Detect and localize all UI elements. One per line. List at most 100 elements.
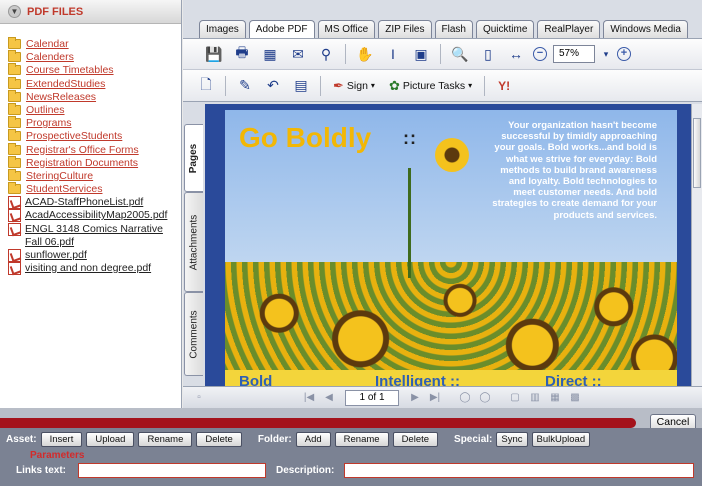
folder-icon <box>8 102 21 115</box>
folder-label[interactable]: Calenders <box>26 51 74 64</box>
links-text-input[interactable] <box>78 463 266 478</box>
upload-button[interactable]: Upload <box>86 431 135 447</box>
folder-label[interactable]: SteringCulture <box>26 170 93 183</box>
previous-view-icon[interactable]: ◯ <box>455 389 475 407</box>
list-item[interactable]: NewsReleases <box>8 89 181 104</box>
list-item[interactable]: AcadAccessibilityMap2005.pdf <box>8 209 181 223</box>
delete-asset-button[interactable]: Delete <box>196 431 242 447</box>
tab-quicktime[interactable]: Quicktime <box>475 20 535 38</box>
email-icon[interactable]: ✉ <box>287 43 309 65</box>
list-item[interactable]: Programs <box>8 116 181 130</box>
zoom-out-icon[interactable]: − <box>533 47 547 61</box>
organizer-icon[interactable]: ▦ <box>259 43 281 65</box>
bulk-upload-button[interactable]: BulkUpload <box>531 431 591 447</box>
folder-group-label: Folder: <box>257 433 292 445</box>
pen-icon: ✒ <box>333 77 344 93</box>
folder-label[interactable]: ProspectiveStudents <box>26 130 122 143</box>
tab-ms-office[interactable]: MS Office <box>317 20 376 38</box>
file-label[interactable]: sunflower.pdf <box>25 249 87 262</box>
list-item[interactable]: Calendar <box>8 37 181 51</box>
folder-label[interactable]: ExtendedStudies <box>26 78 105 91</box>
folder-label[interactable]: Course Timetables <box>26 64 114 77</box>
tab-flash[interactable]: Flash <box>434 20 473 38</box>
save-icon[interactable]: 💾 <box>203 43 225 65</box>
list-item[interactable]: Registration Documents <box>8 155 181 170</box>
list-item[interactable]: sunflower.pdf <box>8 248 181 262</box>
create-pdf-icon[interactable]: 🗋 <box>195 75 217 97</box>
vertical-scrollbar[interactable] <box>691 104 702 386</box>
next-view-icon[interactable]: ◯ <box>475 389 495 407</box>
previous-page-icon[interactable]: ◀ <box>319 389 339 407</box>
list-item[interactable]: SteringCulture <box>8 168 181 183</box>
list-item[interactable]: Outlines <box>8 102 181 117</box>
folder-label[interactable]: Outlines <box>26 104 65 117</box>
delete-folder-button[interactable]: Delete <box>392 431 439 447</box>
collapse-icon[interactable]: ▼ <box>8 5 21 18</box>
first-page-icon[interactable]: |◀ <box>299 389 319 407</box>
list-item[interactable]: Calenders <box>8 50 181 64</box>
folder-label[interactable]: Registration Documents <box>26 157 138 170</box>
continuous-facing-icon[interactable]: ▩ <box>565 389 585 407</box>
tab-images[interactable]: Images <box>199 20 246 38</box>
select-text-icon[interactable]: I <box>382 43 404 65</box>
picture-tasks-button[interactable]: ✿ Picture Tasks ▾ <box>385 75 476 97</box>
fit-page-icon[interactable]: ▯ <box>477 43 499 65</box>
sign-button[interactable]: ✒ Sign ▾ <box>329 75 379 97</box>
tab-attachments[interactable]: Attachments <box>184 192 203 292</box>
fit-width-icon[interactable]: ↔ <box>505 43 527 65</box>
page-icon[interactable]: ▫ <box>189 389 209 407</box>
facing-icon[interactable]: ▦ <box>545 389 565 407</box>
print-icon[interactable]: 🖶 <box>231 43 253 65</box>
folder-label[interactable]: Registrar's Office Forms <box>26 144 139 157</box>
continuous-icon[interactable]: ▥ <box>525 389 545 407</box>
list-item[interactable]: Course Timetables <box>8 63 181 77</box>
chevron-down-icon[interactable]: ▾ <box>601 43 611 65</box>
attach-icon[interactable]: ▤ <box>290 75 312 97</box>
snapshot-icon[interactable]: ▣ <box>410 43 432 65</box>
file-label[interactable]: visiting and non degree.pdf <box>25 262 151 275</box>
list-item[interactable]: ENGL 3148 Comics Narrative Fall 06.pdf <box>8 222 176 249</box>
list-item[interactable]: ProspectiveStudents <box>8 129 181 143</box>
list-item[interactable]: visiting and non degree.pdf <box>8 261 181 275</box>
single-page-icon[interactable]: ▢ <box>505 389 525 407</box>
hand-tool-icon[interactable]: ✋ <box>354 43 376 65</box>
insert-button[interactable]: Insert <box>40 431 83 447</box>
tab-windows-media[interactable]: Windows Media <box>603 20 688 38</box>
file-label[interactable]: AcadAccessibilityMap2005.pdf <box>25 209 167 222</box>
zoom-in-circle-icon[interactable]: + <box>617 47 631 61</box>
rename-asset-button[interactable]: Rename <box>138 431 193 447</box>
add-folder-button[interactable]: Add <box>295 431 331 447</box>
yahoo-icon[interactable]: Y! <box>493 75 515 97</box>
undo-icon[interactable]: ↶ <box>262 75 284 97</box>
list-item[interactable]: Registrar's Office Forms <box>8 142 181 157</box>
search-icon[interactable]: ⚲ <box>315 43 337 65</box>
list-item[interactable]: StudentServices <box>8 182 181 196</box>
file-label[interactable]: ACAD-StaffPhoneList.pdf <box>25 196 143 209</box>
tab-comments[interactable]: Comments <box>184 292 203 376</box>
tab-pages[interactable]: Pages <box>184 124 203 192</box>
scrollbar-thumb[interactable] <box>693 118 701 188</box>
zoom-level-field[interactable]: 57% <box>553 45 595 63</box>
folder-label[interactable]: Calendar <box>26 38 69 51</box>
document-viewer[interactable]: Go Boldly :: Your organization hasn't be… <box>205 104 691 386</box>
rename-folder-button[interactable]: Rename <box>334 431 389 447</box>
zoom-in-icon[interactable]: 🔍 <box>449 43 471 65</box>
sync-button[interactable]: Sync <box>496 431 528 447</box>
pdf-files-header[interactable]: ▼ PDF FILES <box>0 0 181 24</box>
tab-zip-files[interactable]: ZIP Files <box>378 20 432 38</box>
tab-realplayer[interactable]: RealPlayer <box>537 20 601 38</box>
review-icon[interactable]: ✎ <box>234 75 256 97</box>
next-page-icon[interactable]: ▶ <box>405 389 425 407</box>
folder-icon <box>8 76 21 89</box>
description-input[interactable] <box>344 463 694 478</box>
folder-label[interactable]: NewsReleases <box>26 91 96 104</box>
list-item[interactable]: ExtendedStudies <box>8 76 181 91</box>
folder-label[interactable]: Programs <box>26 117 72 130</box>
last-page-icon[interactable]: ▶| <box>425 389 445 407</box>
file-label[interactable]: ENGL 3148 Comics Narrative Fall 06.pdf <box>25 223 176 249</box>
parameters-title: Parameters <box>30 450 85 461</box>
page-number-field[interactable]: 1 of 1 <box>345 389 399 406</box>
tab-adobe-pdf[interactable]: Adobe PDF <box>248 20 315 38</box>
list-item[interactable]: ACAD-StaffPhoneList.pdf <box>8 196 181 210</box>
folder-label[interactable]: StudentServices <box>26 183 102 196</box>
